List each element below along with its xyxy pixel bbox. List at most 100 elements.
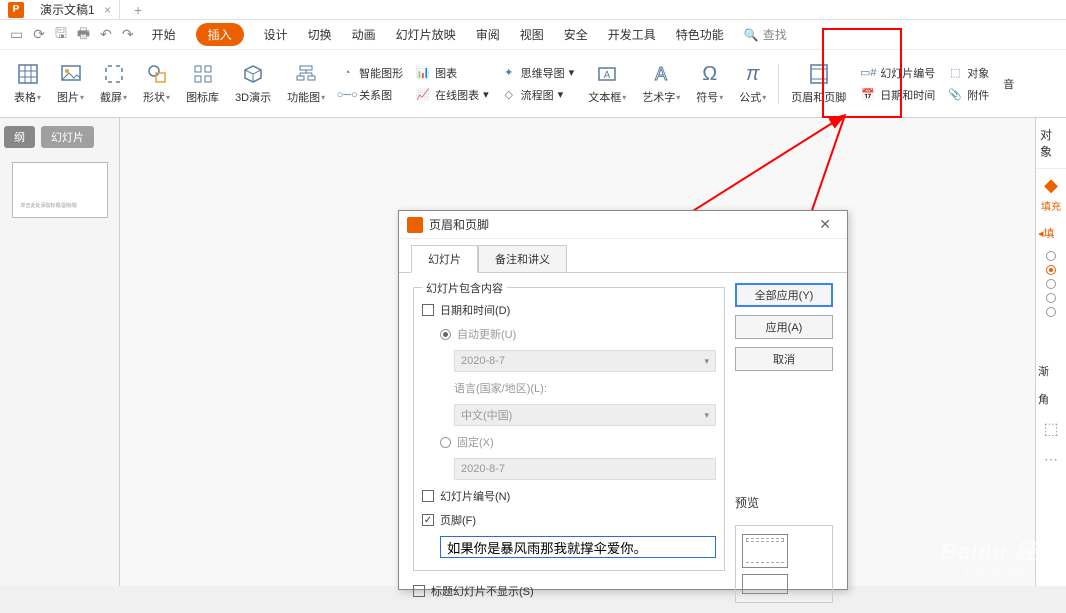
- menu-transition[interactable]: 切换: [308, 26, 332, 43]
- ribbon-attach[interactable]: 📎附件: [943, 85, 993, 105]
- checkbox-hide-title[interactable]: [413, 585, 425, 597]
- menu-insert[interactable]: 插入: [196, 23, 244, 46]
- 3d-icon: [241, 62, 265, 86]
- menu-devtools[interactable]: 开发工具: [608, 26, 656, 43]
- smartart-icon: ◔: [339, 65, 355, 81]
- radio-fixed[interactable]: [440, 437, 451, 448]
- funcchart-icon: [294, 62, 318, 86]
- ribbon-picture[interactable]: 图片▾: [51, 54, 90, 114]
- ribbon-iconlib[interactable]: 图标库: [180, 54, 225, 114]
- ribbon-audio[interactable]: 音: [997, 54, 1020, 114]
- qat-new-icon[interactable]: ▭: [10, 26, 23, 43]
- ribbon-shapes[interactable]: 形状▾: [137, 54, 176, 114]
- ribbon-screenshot[interactable]: 截屏▾: [94, 54, 133, 114]
- dialog-icon: [407, 217, 423, 233]
- qat-undo-icon[interactable]: ↶: [100, 26, 112, 43]
- lang-dropdown[interactable]: 中文(中国)▾: [454, 404, 716, 426]
- dialog-tab-notes[interactable]: 备注和讲义: [478, 245, 567, 273]
- dialog-titlebar[interactable]: 页眉和页脚 ✕: [399, 211, 847, 239]
- quick-access-toolbar: ▭ ⟳ 🖫 🖶 ↶ ↷: [10, 23, 134, 47]
- ribbon-symbol[interactable]: Ω符号▾: [690, 54, 729, 114]
- mindmap-icon: ✦: [501, 65, 517, 81]
- ribbon-textbox[interactable]: A文本框▾: [582, 54, 632, 114]
- doc-title: 演示文稿1: [40, 3, 95, 17]
- ribbon-onlinechart[interactable]: 📈在线图表▾: [411, 85, 493, 105]
- screenshot-icon: [102, 62, 126, 86]
- menu-security[interactable]: 安全: [564, 26, 588, 43]
- ribbon-datetime[interactable]: 📅日期和时间: [856, 85, 939, 105]
- menu-search[interactable]: 🔍 查找: [744, 26, 787, 43]
- ribbon-slidenum[interactable]: ▭#幻灯片编号: [856, 63, 939, 83]
- fill-section: ◂填: [1036, 219, 1066, 247]
- ribbon-mindmap[interactable]: ✦思维导图▾: [497, 63, 579, 83]
- fixed-date-input[interactable]: 2020-8-7: [454, 458, 716, 480]
- checkbox-datetime[interactable]: [422, 304, 434, 316]
- menu-animation[interactable]: 动画: [352, 26, 376, 43]
- thumb-tab-outline[interactable]: 纲: [4, 126, 35, 148]
- content-group: 幻灯片包含内容 日期和时间(D) 自动更新(U) 2020-8-7▾ 语言(国家…: [413, 287, 725, 571]
- slide-thumbnail-1[interactable]: 单击此处添加标题/副标题: [12, 162, 108, 218]
- fill-option-4[interactable]: [1046, 293, 1056, 303]
- ribbon: 表格▾ 图片▾ 截屏▾ 形状▾ 图标库 3D演示 功能图▾ ◔智能图形 ○─○关…: [0, 50, 1066, 118]
- grad-label: 渐: [1036, 357, 1066, 385]
- radio-auto-update[interactable]: [440, 329, 451, 340]
- ribbon-headerfooter[interactable]: 页眉和页脚: [785, 54, 852, 114]
- more-icon[interactable]: ⋯: [1036, 445, 1066, 474]
- search-icon: 🔍: [744, 28, 759, 42]
- fill-option-2[interactable]: [1046, 265, 1056, 275]
- fill-option-3[interactable]: [1046, 279, 1056, 289]
- slidenum-icon: ▭#: [860, 65, 876, 81]
- qat-save-icon[interactable]: 🖫: [55, 23, 67, 47]
- dialog-tab-slide[interactable]: 幻灯片: [411, 245, 478, 273]
- bucket-icon[interactable]: ⬚: [1036, 413, 1066, 445]
- onlinechart-icon: 📈: [415, 87, 431, 103]
- tab-close-icon[interactable]: ×: [104, 3, 111, 17]
- ribbon-relation[interactable]: ○─○关系图: [335, 85, 407, 105]
- dialog-close-button[interactable]: ✕: [811, 212, 839, 237]
- menu-features[interactable]: 特色功能: [676, 26, 724, 43]
- document-tab[interactable]: 演示文稿1 ×: [32, 0, 120, 20]
- fill-option-1[interactable]: [1046, 251, 1056, 261]
- datetime-icon: 📅: [860, 87, 876, 103]
- relation-icon: ○─○: [339, 87, 355, 103]
- menu-start[interactable]: 开始: [152, 26, 176, 43]
- date-dropdown[interactable]: 2020-8-7▾: [454, 350, 716, 372]
- ribbon-table[interactable]: 表格▾: [8, 54, 47, 114]
- apply-all-button[interactable]: 全部应用(Y): [735, 283, 833, 307]
- qat-redo-icon[interactable]: ↷: [122, 26, 134, 43]
- iconlib-icon: [191, 62, 215, 86]
- dialog-title: 页眉和页脚: [429, 216, 489, 233]
- ribbon-equation[interactable]: π公式▾: [733, 54, 772, 114]
- qat-print-icon[interactable]: 🖶: [77, 23, 90, 47]
- fill-option-5[interactable]: [1046, 307, 1056, 317]
- picture-icon: [59, 62, 83, 86]
- title-bar: P 演示文稿1 × +: [0, 0, 1066, 20]
- ribbon-funcchart[interactable]: 功能图▾: [281, 54, 331, 114]
- thumbnail-panel: 纲 幻灯片 单击此处添加标题/副标题: [0, 118, 120, 586]
- ribbon-wordart[interactable]: A艺术字▾: [636, 54, 686, 114]
- attach-icon: 📎: [947, 87, 963, 103]
- thumb-tab-slides[interactable]: 幻灯片: [41, 126, 94, 148]
- footer-text-input[interactable]: [440, 536, 716, 558]
- cancel-button[interactable]: 取消: [735, 347, 833, 371]
- preview-label: 预览: [735, 494, 833, 511]
- qat-open-icon[interactable]: ⟳: [33, 26, 45, 43]
- ribbon-smartart[interactable]: ◔智能图形: [335, 63, 407, 83]
- checkbox-footer[interactable]: [422, 514, 434, 526]
- chart-icon: 📊: [415, 65, 431, 81]
- ribbon-flowchart[interactable]: ◇流程图▾: [497, 85, 579, 105]
- ribbon-3d[interactable]: 3D演示: [229, 54, 277, 114]
- menu-slideshow[interactable]: 幻灯片放映: [396, 26, 456, 43]
- flowchart-icon: ◇: [501, 87, 517, 103]
- menu-view[interactable]: 视图: [520, 26, 544, 43]
- fill-icon[interactable]: ◆填充: [1036, 169, 1066, 219]
- checkbox-slidenum[interactable]: [422, 490, 434, 502]
- apply-button[interactable]: 应用(A): [735, 315, 833, 339]
- ribbon-object[interactable]: ⬚对象: [943, 63, 993, 83]
- ribbon-chart[interactable]: 📊图表: [411, 63, 493, 83]
- corner-label: 角: [1036, 385, 1066, 413]
- new-tab-button[interactable]: +: [128, 2, 148, 18]
- side-title: 对象: [1036, 118, 1066, 169]
- menu-design[interactable]: 设计: [264, 26, 288, 43]
- menu-review[interactable]: 审阅: [476, 26, 500, 43]
